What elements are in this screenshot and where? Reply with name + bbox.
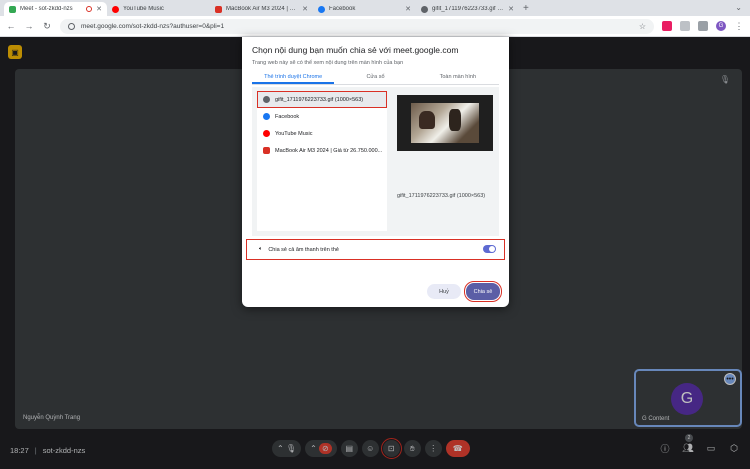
tab-window[interactable]: Cửa sổ	[334, 71, 416, 84]
close-tab-icon[interactable]: ✕	[302, 5, 308, 13]
browser-tab-youtube-music[interactable]: YouTube Music	[107, 2, 210, 16]
more-menu-icon[interactable]: ⋮	[734, 21, 744, 32]
tab-list-label: YouTube Music	[275, 130, 313, 137]
dialog-subtitle: Trang web này sẽ có thể xem nội dung trê…	[252, 60, 404, 66]
share-audio-row[interactable]: 🔈︎ Chia sẻ cả âm thanh trên thẻ	[246, 239, 505, 260]
browser-tab-gif[interactable]: gifit_1711976223733.gif (1000 ✕	[416, 2, 519, 16]
share-source-panel: gifit_1711976223733.gif (1000×563) Faceb…	[252, 87, 499, 236]
youtube-music-icon	[263, 130, 270, 137]
extensions-puzzle-icon[interactable]	[680, 21, 690, 31]
facebook-icon	[263, 113, 270, 120]
tab-title: YouTube Music	[123, 6, 164, 12]
extension-icon[interactable]	[662, 21, 672, 31]
dialog-title: Chọn nội dung bạn muốn chia sẻ với meet.…	[252, 45, 459, 55]
tab-search-chevron-icon[interactable]: ⌄	[735, 3, 742, 12]
tab-list-item-facebook[interactable]: Facebook	[257, 108, 387, 125]
tab-title: Facebook	[329, 6, 356, 12]
tab-title: Meet - sot-zkdd-nzs	[20, 6, 73, 12]
browser-tab-macbook[interactable]: MacBook Air M3 2024 | Giá từ ✕	[210, 2, 313, 16]
browser-tab-meet[interactable]: Meet - sot-zkdd-nzs ✕	[4, 2, 107, 16]
tab-title: MacBook Air M3 2024 | Giá từ	[226, 6, 299, 12]
globe-favicon-icon	[421, 5, 428, 13]
store-icon	[263, 147, 270, 154]
meet-favicon-icon	[9, 5, 16, 13]
browser-tab-strip: Meet - sot-zkdd-nzs ✕ YouTube Music MacB…	[0, 0, 750, 16]
tab-list: gifit_1711976223733.gif (1000×563) Faceb…	[257, 91, 387, 231]
new-tab-button[interactable]: +	[523, 3, 529, 14]
share-audio-label: Chia sẻ cả âm thanh trên thẻ	[268, 246, 339, 253]
tab-list-item-gif[interactable]: gifit_1711976223733.gif (1000×563)	[257, 91, 387, 108]
recording-indicator-icon	[86, 6, 93, 12]
bookmark-star-icon[interactable]: ☆	[639, 22, 646, 31]
close-tab-icon[interactable]: ✕	[96, 5, 102, 13]
profile-avatar[interactable]: G	[716, 21, 726, 31]
tab-preview-image	[397, 95, 493, 151]
globe-icon	[263, 96, 270, 103]
store-favicon-icon	[215, 5, 222, 13]
share-button[interactable]: Chia sẻ	[464, 281, 502, 302]
url-text: meet.google.com/sot-zkdd-nzs?authuser=0&…	[81, 22, 225, 30]
speaker-icon: 🔈︎	[259, 246, 263, 252]
share-picker-dialog: Chọn nội dung bạn muốn chia sẻ với meet.…	[242, 37, 509, 307]
youtube-music-favicon-icon	[112, 5, 119, 13]
site-info-icon[interactable]	[68, 22, 75, 30]
facebook-favicon-icon	[318, 5, 325, 13]
forward-arrow-icon[interactable]: →	[24, 21, 34, 31]
share-audio-toggle[interactable]	[483, 245, 496, 253]
reload-icon[interactable]: ↻	[42, 21, 52, 32]
tab-list-label: gifit_1711976223733.gif (1000×563)	[275, 96, 364, 103]
close-tab-icon[interactable]: ✕	[508, 5, 514, 13]
browser-tab-facebook[interactable]: Facebook ✕	[313, 2, 416, 16]
tab-list-item-youtube-music[interactable]: YouTube Music	[257, 125, 387, 142]
browser-toolbar: ← → ↻ meet.google.com/sot-zkdd-nzs?authu…	[0, 16, 750, 37]
side-panel-icon[interactable]	[698, 21, 708, 31]
tab-list-label: Facebook	[275, 113, 300, 120]
preview-figure	[419, 111, 435, 129]
back-arrow-icon[interactable]: ←	[6, 21, 16, 31]
preview-caption: gifit_1711976223733.gif (1000×563)	[397, 193, 486, 199]
share-source-tabs: Thẻ trình duyệt Chrome Cửa sổ Toàn màn h…	[252, 71, 499, 85]
preview-figure	[449, 109, 461, 131]
tab-list-label: MacBook Air M3 2024 | Giá từ 26.750.000.…	[275, 147, 383, 154]
cancel-button[interactable]: Huỷ	[427, 284, 461, 299]
address-bar[interactable]: meet.google.com/sot-zkdd-nzs?authuser=0&…	[60, 18, 654, 34]
tab-title: gifit_1711976223733.gif (1000	[432, 6, 504, 12]
tab-chrome-tab[interactable]: Thẻ trình duyệt Chrome	[252, 71, 335, 84]
tab-list-item-macbook[interactable]: MacBook Air M3 2024 | Giá từ 26.750.000.…	[257, 142, 387, 159]
tab-entire-screen[interactable]: Toàn màn hình	[417, 71, 499, 84]
close-tab-icon[interactable]: ✕	[405, 5, 411, 13]
